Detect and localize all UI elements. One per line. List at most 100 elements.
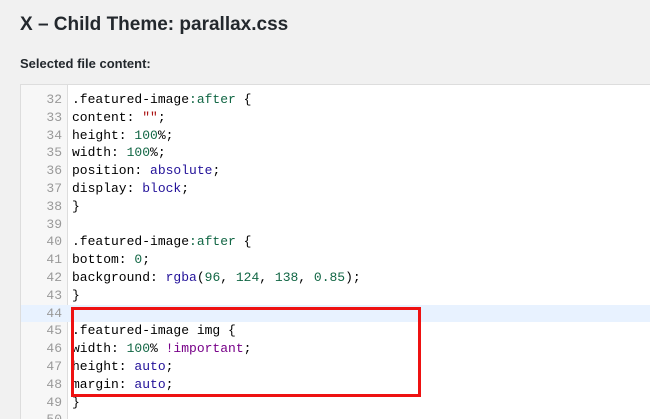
code-line[interactable]: 32 .featured-image:after { [21, 91, 650, 109]
code-line[interactable]: 38} [21, 198, 650, 216]
code-token: , [259, 269, 275, 285]
code-text: } [72, 287, 80, 305]
line-number: 50 [21, 411, 65, 419]
code-token: } [72, 198, 80, 214]
code-text: height: auto; [72, 358, 173, 376]
code-line[interactable]: 37 display: block; [21, 180, 650, 198]
code-line[interactable]: 33 content: ""; [21, 109, 650, 127]
page-title: X – Child Theme: parallax.css [20, 14, 289, 35]
code-text: background: rgba(96, 124, 138, 0.85); [72, 269, 361, 287]
code-text: } [72, 394, 80, 412]
code-token: , [298, 269, 314, 285]
line-number: 39 [46, 216, 62, 232]
code-token: auto [134, 376, 166, 392]
code-token: % [150, 341, 166, 357]
code-token: { [235, 92, 252, 107]
code-line[interactable]: 42 background: rgba(96, 124, 138, 0.85); [21, 269, 650, 287]
code-line[interactable]: 50 [21, 411, 650, 419]
code-token: } [72, 287, 80, 303]
code-token: ; [212, 163, 221, 179]
code-text: .featured-image:after { [72, 91, 251, 109]
code-token: ; [165, 376, 174, 392]
code-token: !important [165, 341, 244, 357]
code-lines[interactable]: 32 .featured-image:after {33 content: ""; 3… [21, 91, 650, 419]
code-token: position: [72, 163, 151, 179]
code-text: width: 100% !important; [72, 340, 251, 358]
code-line[interactable]: 35 width: 100%; [21, 144, 650, 162]
line-number: 43 [46, 287, 62, 303]
line-number: 48 [46, 376, 62, 392]
code-token: ; [142, 252, 151, 268]
code-line[interactable]: 45 .featured-image img { [21, 322, 650, 340]
code-token: width: [72, 145, 127, 161]
code-token: "" [142, 109, 158, 125]
line-number: 37 [46, 180, 62, 196]
code-line[interactable]: 41 bottom: 0; [21, 251, 650, 269]
code-text: content: ""; [72, 109, 166, 127]
code-line[interactable]: 48 margin: auto; [21, 376, 650, 394]
code-token: block [142, 180, 182, 196]
code-token: height: [72, 127, 135, 143]
code-token: ); [345, 269, 361, 285]
code-line[interactable]: 47 height: auto; [21, 358, 650, 376]
code-text: display: block; [72, 180, 189, 198]
code-text: .featured-image img { [72, 322, 236, 340]
code-text: } [72, 198, 80, 216]
code-text: height: 100%; [72, 127, 173, 145]
code-token: auto [134, 358, 166, 374]
code-text: width: 100%; [72, 144, 166, 162]
code-token: 138 [274, 269, 299, 285]
line-number: 41 [46, 252, 62, 268]
line-number: 33 [46, 109, 62, 125]
line-number: 47 [46, 358, 62, 374]
code-token: margin: [72, 376, 135, 392]
code-token: 0.85 [313, 269, 346, 285]
code-token: { [220, 323, 236, 339]
code-line[interactable]: 40 .featured-image:after { [21, 233, 650, 251]
code-text: position: absolute; [72, 162, 220, 180]
code-token: %; [150, 145, 166, 161]
line-number: 42 [46, 269, 62, 285]
code-line[interactable]: 44 [21, 304, 650, 323]
code-token: 124 [235, 269, 260, 285]
code-token: rgba [165, 269, 197, 285]
line-number: 36 [46, 163, 62, 179]
code-editor[interactable]: 32 .featured-image:after {33 content: ""; 3… [20, 84, 650, 419]
code-line[interactable]: 39 [21, 216, 650, 234]
code-token: :after [189, 92, 236, 107]
code-token: ; [181, 180, 190, 196]
code-token: %; [157, 127, 174, 143]
line-number: 40 [46, 234, 62, 250]
line-number: 49 [46, 394, 62, 410]
code-line[interactable]: 43} [21, 287, 650, 305]
code-token: { [235, 234, 252, 250]
code-line[interactable]: 49} [21, 394, 650, 412]
code-token: 100 [134, 127, 158, 143]
code-token: content: [72, 109, 143, 125]
line-number: 45 [46, 323, 62, 339]
code-token: 100 [126, 145, 151, 161]
code-token: ; [157, 109, 166, 125]
code-token: absolute [150, 163, 213, 179]
code-token: bottom: [72, 252, 135, 268]
line-number: 35 [46, 145, 62, 161]
code-token: 100 [126, 341, 151, 357]
code-token: 96 [204, 269, 221, 285]
code-token: } [72, 394, 80, 410]
code-token: ; [243, 341, 252, 357]
code-token: height: [72, 358, 135, 374]
file-content-label: Selected file content: [20, 56, 151, 71]
code-token: :after [189, 234, 236, 250]
line-number: 34 [46, 127, 62, 143]
line-number: 44 [21, 304, 65, 323]
code-line[interactable]: 34 height: 100%; [21, 127, 650, 145]
code-text: bottom: 0; [72, 251, 150, 269]
code-token: width: [72, 341, 127, 357]
code-line[interactable]: 46 width: 100% !important; [21, 340, 650, 358]
code-line[interactable]: 36 position: absolute; [21, 162, 650, 180]
code-token: background: [72, 269, 166, 285]
code-token: .featured-image [72, 234, 190, 250]
code-token: display: [72, 180, 143, 196]
line-number: 38 [46, 198, 62, 214]
line-number: 46 [46, 341, 62, 357]
